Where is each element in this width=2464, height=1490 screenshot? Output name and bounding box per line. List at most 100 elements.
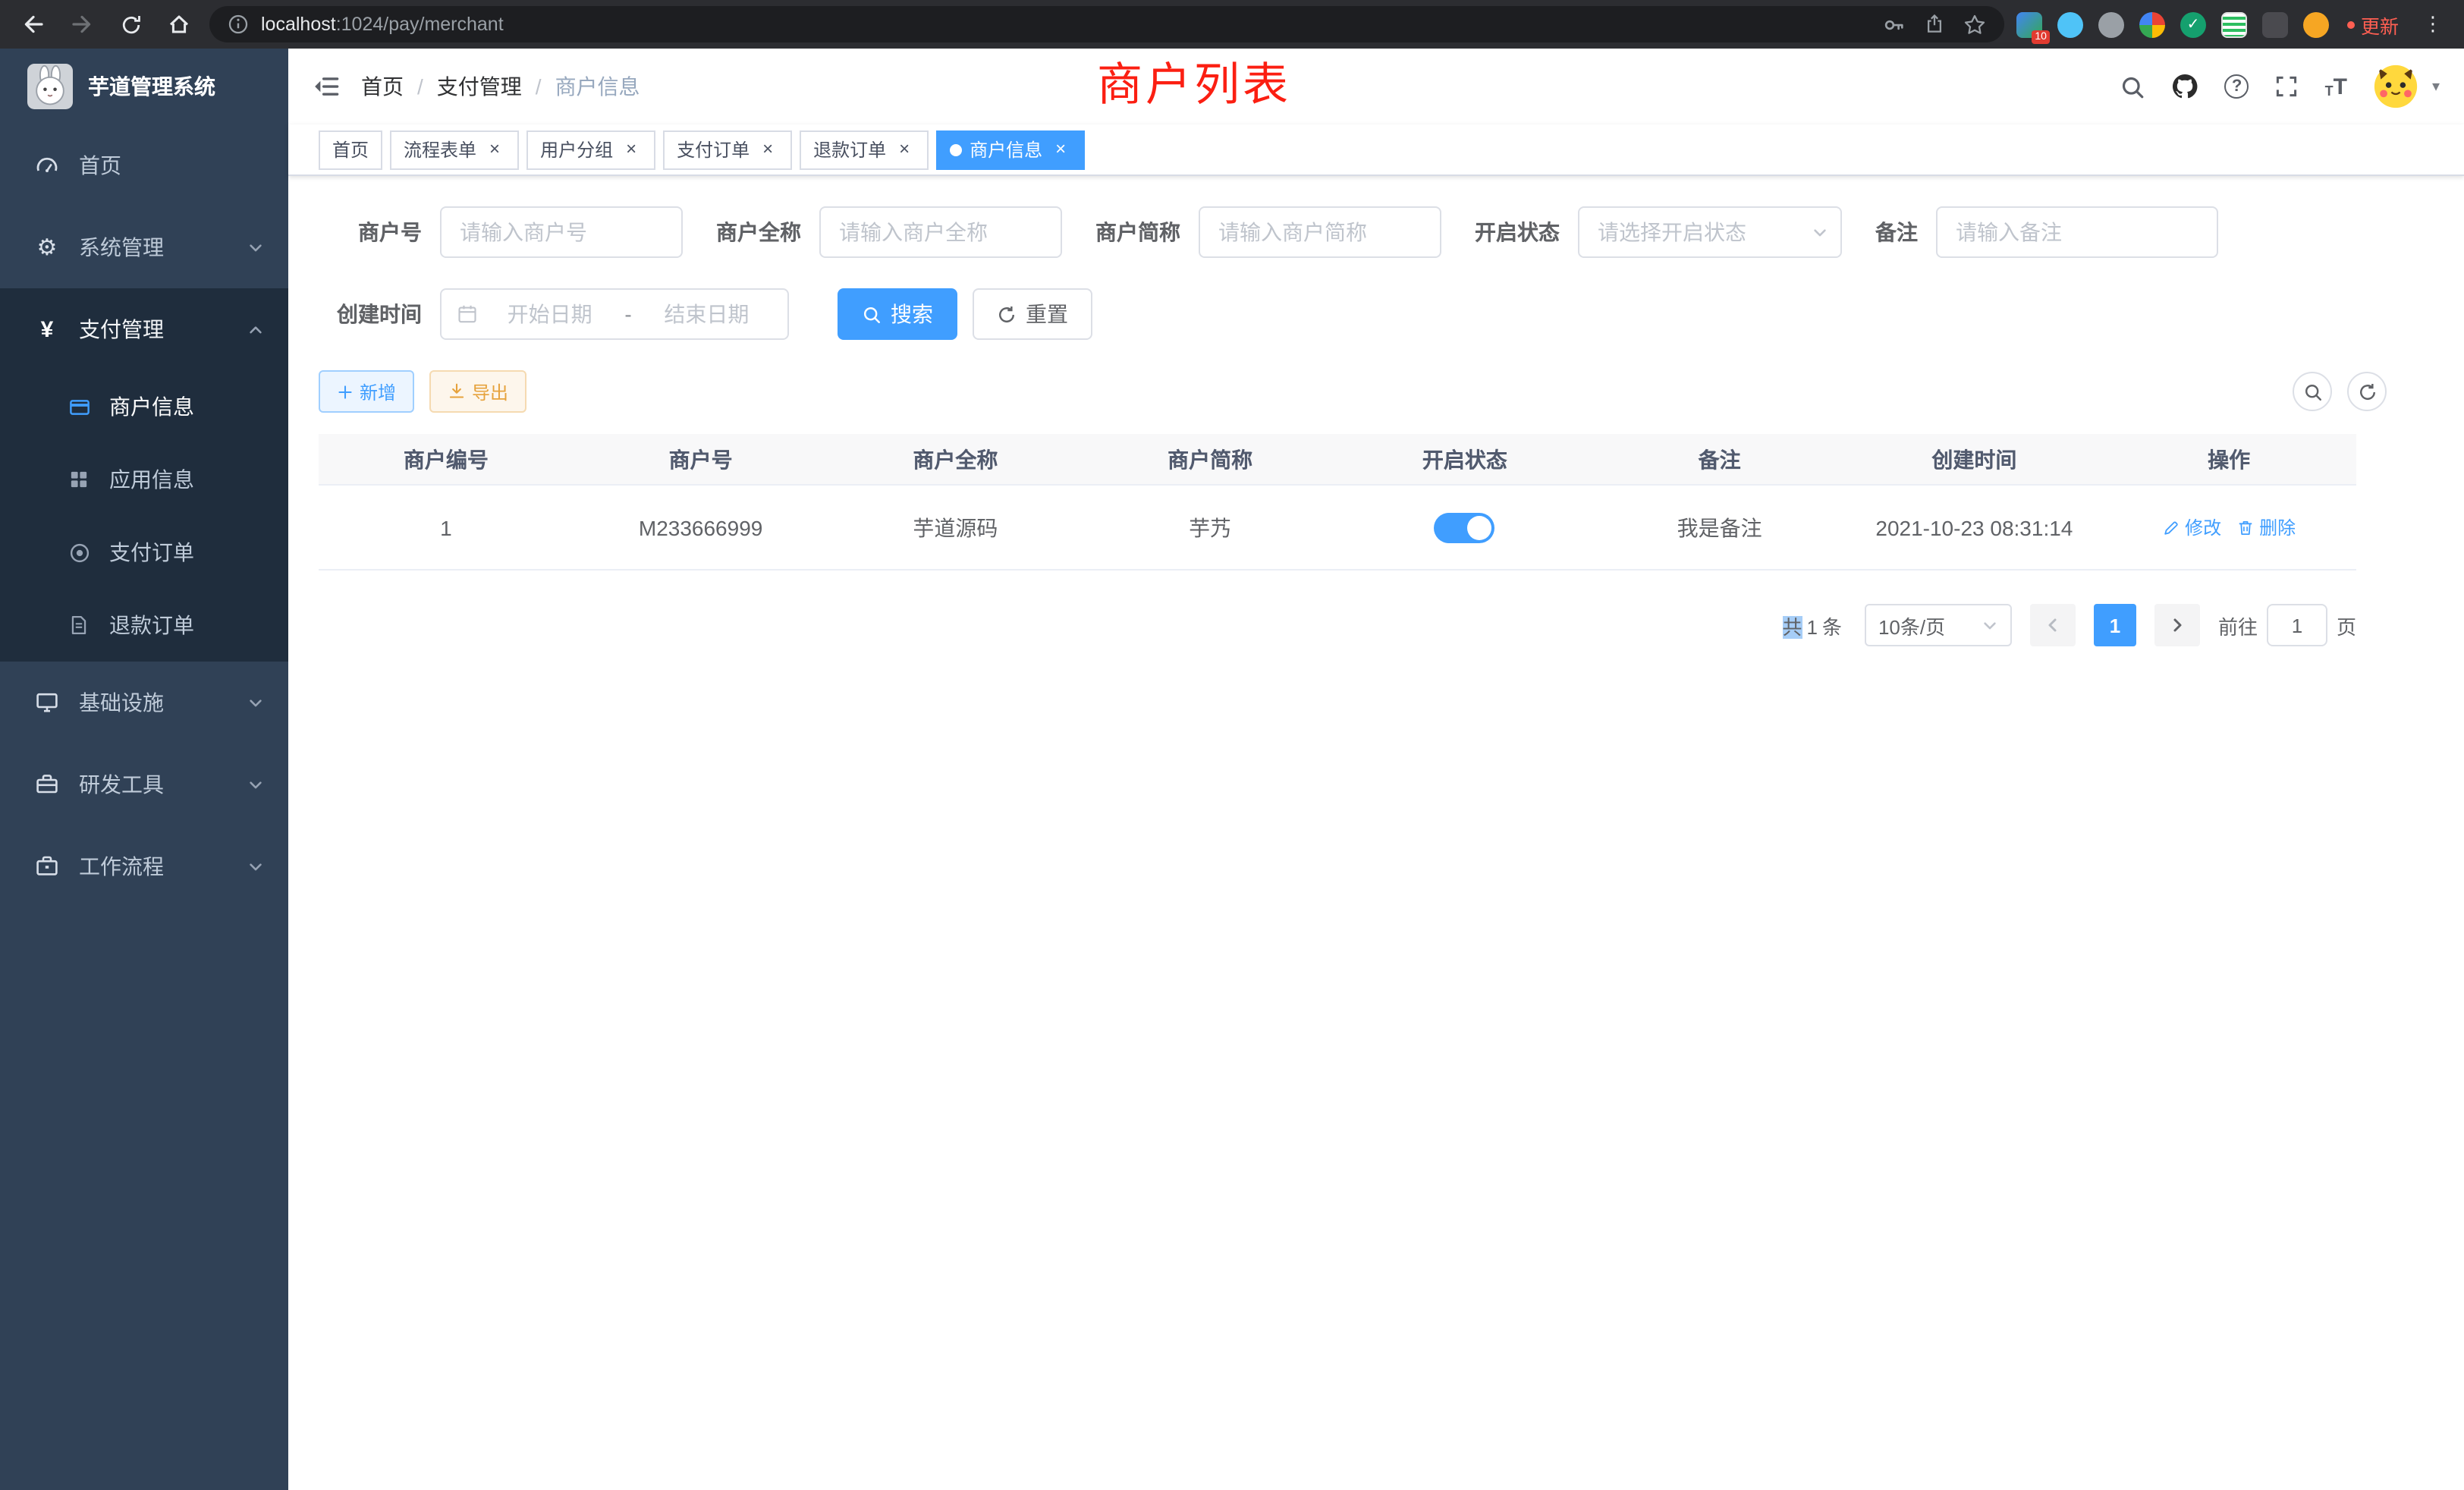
sidebar-item-infrastructure[interactable]: 基础设施 [0, 662, 288, 743]
chevron-down-icon [247, 776, 264, 793]
search-icon [2302, 382, 2322, 401]
tags-view: 首页 流程表单 × 用户分组 × 支付订单 × 退款订单 × 商户信息 × [288, 124, 2464, 176]
sidebar-toggle-icon[interactable] [313, 73, 340, 100]
sidebar-subitem-app-info[interactable]: 应用信息 [0, 443, 288, 516]
grid-icon [67, 467, 91, 492]
font-size-icon[interactable]: TT [2325, 75, 2347, 98]
close-icon[interactable]: × [757, 139, 778, 160]
app-logo[interactable]: 芋道管理系统 [0, 49, 288, 124]
toolbox-icon [33, 771, 61, 798]
filter-row-1: 商户号 商户全称 商户简称 开启状态 请选择开启状态 [319, 206, 2387, 258]
filter-full-name: 商户全称 [716, 206, 1062, 258]
page-size-select[interactable]: 10条/页 [1865, 604, 2012, 646]
extension-icon[interactable] [2098, 11, 2124, 37]
filter-label: 创建时间 [319, 299, 422, 329]
user-avatar[interactable] [2373, 64, 2418, 109]
cell-merchant-no: M233666999 [574, 515, 828, 539]
extension-icon[interactable]: ✓ [2180, 11, 2206, 37]
extension-icon[interactable] [2139, 11, 2165, 37]
close-icon[interactable]: × [621, 139, 642, 160]
table-row: 1 M233666999 芋道源码 芋艿 我是备注 2021-10-23 08:… [319, 486, 2356, 571]
column-header: 备注 [1592, 444, 1847, 474]
sidebar-item-payment[interactable]: ¥ 支付管理 [0, 288, 288, 370]
monitor-icon [33, 689, 61, 716]
extension-icon[interactable]: 10 [2016, 11, 2042, 37]
fullscreen-icon[interactable] [2275, 74, 2299, 99]
close-icon[interactable]: × [894, 139, 915, 160]
delete-button[interactable]: 删除 [2236, 514, 2296, 540]
github-icon[interactable] [2172, 73, 2199, 100]
merchant-table: 商户编号 商户号 商户全称 商户简称 开启状态 备注 创建时间 操作 1 M23… [319, 434, 2356, 571]
tag-payment-order[interactable]: 支付订单 × [663, 130, 792, 169]
browser-home-icon[interactable] [161, 6, 197, 42]
password-key-icon[interactable] [1883, 13, 1906, 36]
avatar-caret-icon[interactable]: ▾ [2432, 78, 2440, 95]
extension-icon[interactable] [2057, 11, 2083, 37]
tag-refund-order[interactable]: 退款订单 × [800, 130, 929, 169]
chevron-down-icon [1812, 224, 1828, 240]
filter-label: 商户简称 [1095, 217, 1180, 247]
browser-update-button[interactable]: 更新 [2347, 10, 2399, 39]
column-header: 开启状态 [1337, 444, 1592, 474]
card-icon [67, 395, 91, 419]
sidebar-subitem-merchant-info[interactable]: 商户信息 [0, 370, 288, 443]
sidebar-subitem-refund-order[interactable]: 退款订单 [0, 589, 288, 662]
edit-button[interactable]: 修改 [2162, 514, 2221, 540]
header-search-icon[interactable] [2120, 74, 2146, 99]
sidebar-item-workflow[interactable]: 工作流程 [0, 825, 288, 907]
prev-page-button[interactable] [2030, 604, 2076, 646]
status-select[interactable]: 请选择开启状态 [1578, 206, 1842, 258]
pagination: 共1条 10条/页 1 前往 页 [319, 604, 2356, 646]
help-icon[interactable]: ? [2225, 74, 2249, 99]
browser-back-icon[interactable] [15, 6, 52, 42]
column-header: 商户简称 [1083, 444, 1337, 474]
url-text: localhost:1024/pay/merchant [261, 14, 504, 35]
breadcrumb-payment[interactable]: 支付管理 [437, 71, 522, 102]
sidebar-item-system[interactable]: ⚙ 系统管理 [0, 206, 288, 288]
page-content: 商户号 商户全称 商户简称 开启状态 请选择开启状态 [288, 176, 2387, 646]
tag-home[interactable]: 首页 [319, 130, 382, 169]
date-end-input[interactable]: 结束日期 [641, 299, 772, 329]
browser-reload-icon[interactable] [112, 6, 149, 42]
current-page-button[interactable]: 1 [2094, 604, 2136, 646]
cell-short-name: 芋艿 [1083, 512, 1337, 542]
add-button[interactable]: 新增 [319, 370, 414, 413]
chevron-down-icon [247, 239, 264, 256]
close-icon[interactable]: × [1050, 139, 1071, 160]
refresh-table-button[interactable] [2347, 372, 2387, 411]
bookmark-star-icon[interactable] [1963, 13, 1986, 36]
extension-icon[interactable] [2303, 11, 2329, 37]
remark-input[interactable] [1936, 206, 2218, 258]
browser-menu-icon[interactable]: ⋮ [2417, 12, 2449, 36]
search-button[interactable]: 搜索 [838, 288, 957, 340]
tag-user-group[interactable]: 用户分组 × [526, 130, 655, 169]
cell-create-time: 2021-10-23 08:31:14 [1847, 515, 2102, 539]
site-info-icon[interactable] [228, 14, 249, 35]
extension-icon[interactable] [2221, 11, 2247, 37]
url-bar[interactable]: localhost:1024/pay/merchant [209, 6, 2004, 42]
status-toggle[interactable] [1435, 512, 1495, 542]
close-icon[interactable]: × [484, 139, 505, 160]
reset-button[interactable]: 重置 [973, 288, 1092, 340]
short-name-input[interactable] [1199, 206, 1441, 258]
tag-process-form[interactable]: 流程表单 × [390, 130, 519, 169]
merchant-no-input[interactable] [440, 206, 683, 258]
chevron-right-icon [2168, 616, 2186, 634]
sidebar-item-dev-tools[interactable]: 研发工具 [0, 743, 288, 825]
date-start-input[interactable]: 开始日期 [484, 299, 615, 329]
toggle-search-button[interactable] [2293, 372, 2332, 411]
full-name-input[interactable] [819, 206, 1062, 258]
goto-page-input[interactable] [2267, 604, 2327, 646]
browser-forward-icon[interactable] [64, 6, 100, 42]
next-page-button[interactable] [2154, 604, 2200, 646]
tag-merchant-info-active[interactable]: 商户信息 × [936, 130, 1085, 169]
breadcrumb-home[interactable]: 首页 [361, 71, 404, 102]
sidebar-item-home[interactable]: 首页 [0, 124, 288, 206]
sidebar-subitem-payment-order[interactable]: 支付订单 [0, 516, 288, 589]
target-icon [67, 540, 91, 564]
extension-icon[interactable] [2262, 11, 2288, 37]
extension-badge: 10 [2032, 30, 2050, 43]
date-range-picker[interactable]: 开始日期 - 结束日期 [440, 288, 789, 340]
export-button[interactable]: 导出 [429, 370, 526, 413]
share-icon[interactable] [1924, 14, 1945, 35]
